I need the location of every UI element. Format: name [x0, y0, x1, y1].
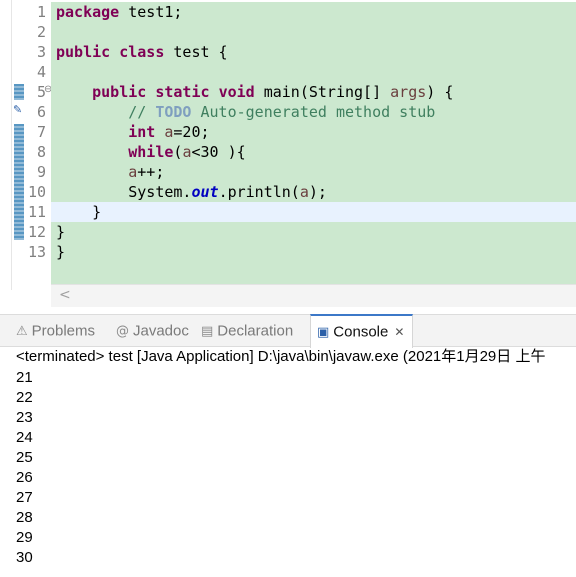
output-line: 30	[16, 549, 33, 566]
line-number: 8	[36, 143, 46, 161]
code-line-6: // TODO Auto-generated method stub	[128, 103, 436, 121]
console-output[interactable]: 21 22 23 24 25 26 27 28 29 30	[16, 368, 33, 568]
left-ruler	[0, 0, 12, 290]
line-number: 12	[27, 223, 46, 241]
output-line: 28	[16, 509, 33, 526]
line-number: 6	[36, 103, 46, 121]
line-number: 7	[36, 123, 46, 141]
output-line: 26	[16, 469, 33, 486]
close-icon[interactable]: ✕	[394, 325, 404, 339]
console-icon: ▣	[317, 324, 330, 340]
panel-tab-bar: ⚠ Problems @ Javadoc ▤ Declaration ▣ Console…	[0, 314, 576, 348]
line-number: 13	[27, 243, 46, 261]
code-line-10: System.out.println(a);	[128, 183, 327, 201]
code-line-9: a++;	[128, 163, 165, 181]
tab-label: Problems	[31, 322, 96, 340]
problems-icon: ⚠	[16, 323, 28, 339]
output-line: 27	[16, 489, 33, 506]
declaration-icon: ▤	[201, 323, 214, 339]
horizontal-scrollbar[interactable]: <	[51, 284, 576, 307]
code-editor[interactable]: ✎ 1 2 3 4 5 6 7 8 9 10 11 12 13 ⊖ packag…	[0, 0, 576, 307]
output-line: 25	[16, 449, 33, 466]
code-text-area[interactable]: package test1; public class test { publi…	[51, 2, 576, 284]
code-line-5: public static void main(String[] args) {	[92, 83, 454, 101]
code-line-1: package test1;	[56, 3, 183, 21]
line-number: 5	[36, 83, 46, 101]
output-line: 23	[16, 409, 33, 426]
tab-label: Javadoc	[133, 322, 189, 340]
code-line-3: public class test {	[56, 43, 228, 61]
console-status-line: <terminated> test [Java Application] D:\…	[16, 348, 546, 365]
line-number: 11	[27, 203, 46, 221]
code-line-11: }	[56, 203, 102, 221]
tab-javadoc[interactable]: @ Javadoc	[116, 315, 189, 346]
output-line: 24	[16, 429, 33, 446]
tab-console[interactable]: ▣ Console ✕	[310, 314, 414, 348]
line-number: 1	[36, 3, 46, 21]
tab-label: Declaration	[217, 322, 294, 340]
line-number-ruler: 1 2 3 4 5 6 7 8 9 10 11 12 13	[20, 2, 46, 262]
code-line-13: }	[56, 243, 66, 261]
line-number: 4	[36, 63, 46, 81]
code-line-7: int a=20;	[128, 123, 210, 141]
code-line-8: while(a<30 ){	[128, 143, 246, 161]
tab-problems[interactable]: ⚠ Problems	[16, 315, 95, 346]
line-number: 9	[36, 163, 46, 181]
output-line: 22	[16, 389, 33, 406]
scroll-left-icon[interactable]: <	[59, 287, 71, 303]
line-number: 3	[36, 43, 46, 61]
line-number: 2	[36, 23, 46, 41]
code-line-12: }	[56, 223, 66, 241]
javadoc-icon: @	[116, 323, 129, 339]
output-line: 29	[16, 529, 33, 546]
line-number: 10	[27, 183, 46, 201]
tab-declaration[interactable]: ▤ Declaration	[201, 315, 293, 346]
tab-label: Console	[333, 323, 389, 341]
output-line: 21	[16, 369, 33, 386]
